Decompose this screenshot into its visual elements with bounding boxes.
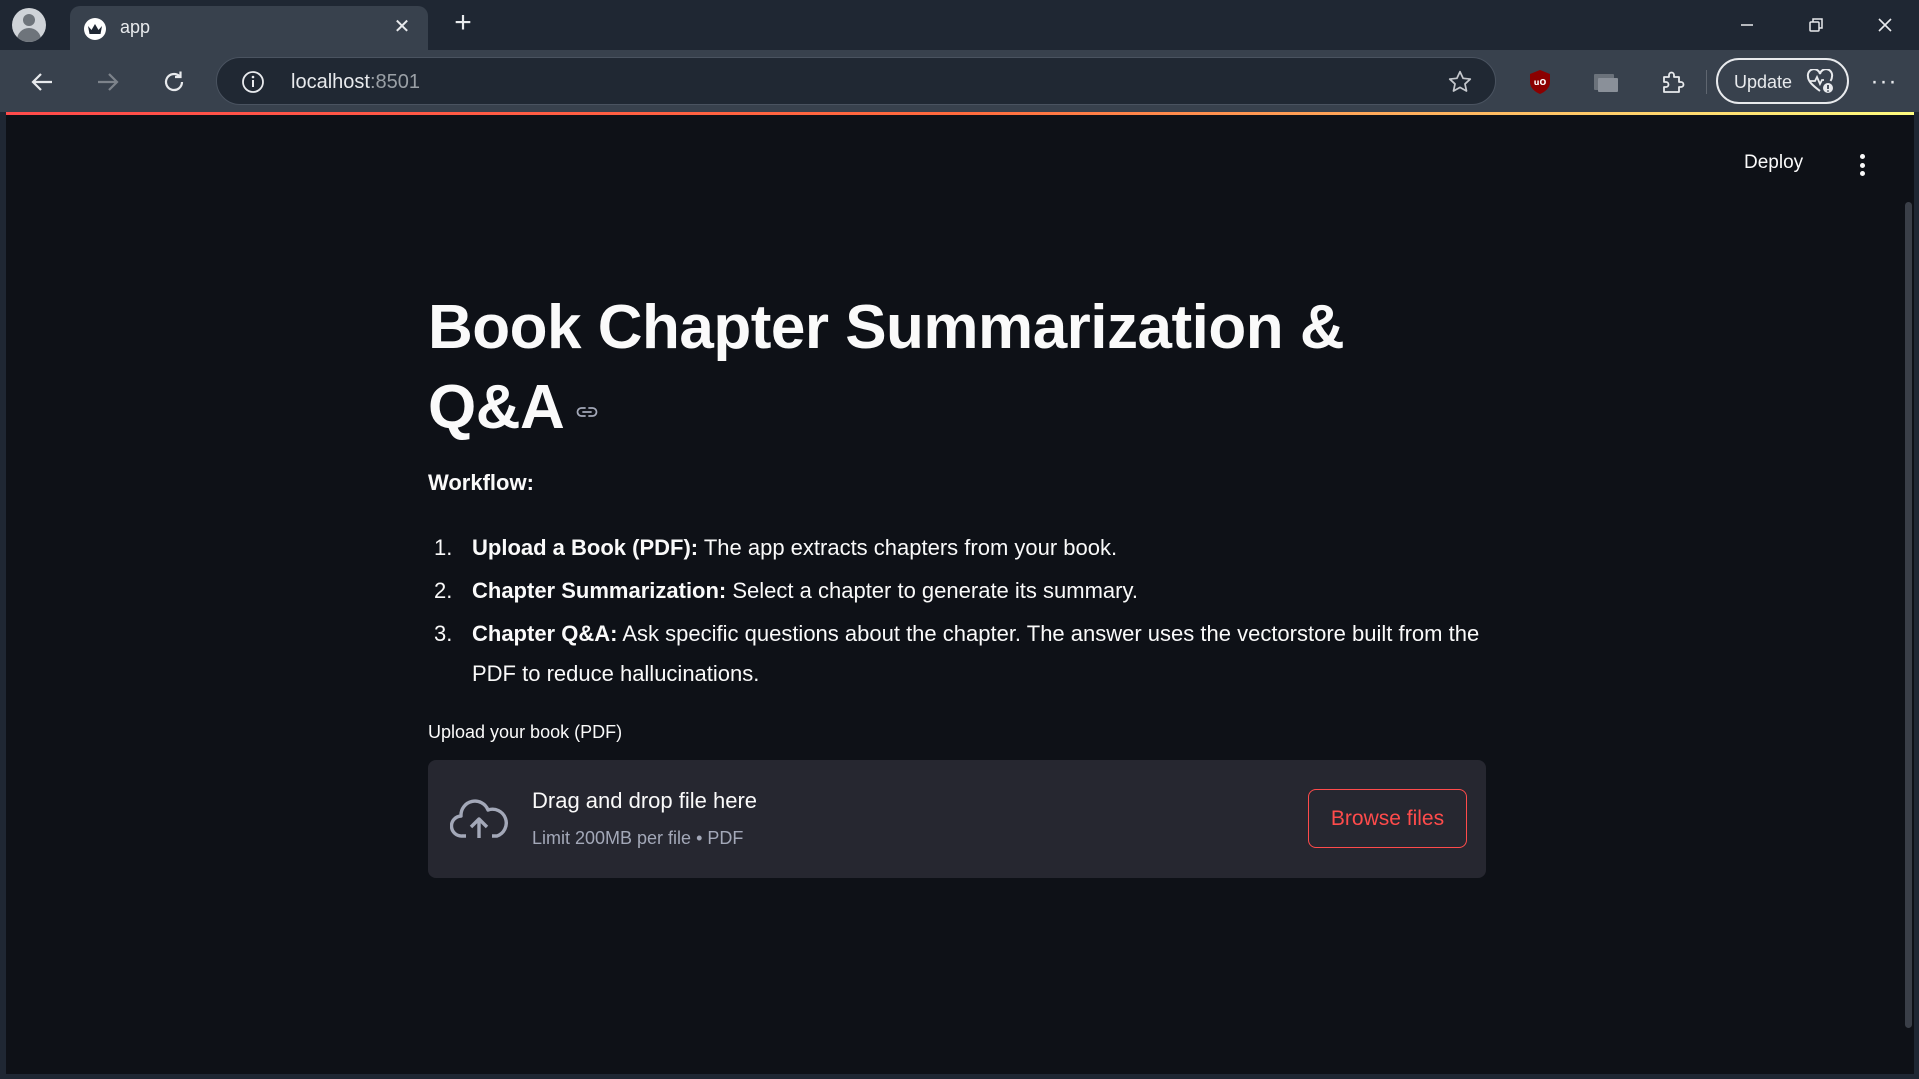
browse-files-button[interactable]: Browse files: [1308, 789, 1467, 848]
minimize-icon[interactable]: [1724, 8, 1770, 42]
browser-tabstrip: app ✕ +: [0, 0, 1919, 50]
address-bar[interactable]: localhost:8501: [216, 57, 1496, 105]
heading-link-icon[interactable]: [574, 399, 600, 425]
svg-text:uO: uO: [1534, 78, 1547, 87]
back-arrow-icon[interactable]: [22, 62, 62, 102]
cloud-upload-icon: [450, 799, 508, 838]
browser-toolbar: localhost:8501 uO Update ···: [0, 50, 1919, 112]
ublock-shield-icon[interactable]: uO: [1526, 68, 1554, 96]
app-viewport: Deploy Book Chapter Summarization & Q&A …: [6, 112, 1914, 1074]
main-menu-kebab-icon[interactable]: [1850, 152, 1874, 178]
list-item: 3. Chapter Q&A: Ask specific questions ab…: [434, 621, 1480, 686]
file-dropzone[interactable]: Drag and drop file here Limit 200MB per …: [428, 760, 1486, 878]
list-item: 2. Chapter Summarization: Select a chapte…: [434, 578, 1138, 603]
toolbar-separator: [1706, 70, 1707, 94]
restore-icon[interactable]: [1793, 8, 1839, 42]
profile-avatar-icon[interactable]: [12, 8, 46, 42]
workflow-steps-list: 1. Upload a Book (PDF): The app extracts …: [428, 528, 1486, 697]
dropzone-instructions: Drag and drop file here: [532, 788, 758, 813]
tab-title: app: [120, 17, 151, 37]
url-text: localhost:8501: [291, 71, 420, 93]
update-button[interactable]: Update: [1716, 58, 1849, 104]
tab-close-icon[interactable]: ✕: [390, 15, 414, 39]
list-item: 1. Upload a Book (PDF): The app extracts …: [434, 535, 1118, 560]
bookmark-star-icon[interactable]: [1447, 69, 1473, 95]
tab-groups-icon[interactable]: [1592, 68, 1620, 96]
deploy-button[interactable]: Deploy: [1744, 152, 1803, 174]
streamlit-crown-icon: [84, 18, 106, 40]
workflow-heading: Workflow:: [428, 470, 534, 495]
scrollbar[interactable]: [1905, 202, 1912, 1028]
uploader-label: Upload your book (PDF): [428, 722, 623, 742]
update-heartbeat-icon: [1806, 69, 1834, 93]
top-decoration-bar: [6, 112, 1914, 115]
browser-menu-dots-icon[interactable]: ···: [1866, 68, 1902, 96]
site-info-icon[interactable]: [241, 70, 265, 94]
forward-arrow-icon[interactable]: [88, 62, 128, 102]
extensions-puzzle-icon[interactable]: [1658, 68, 1686, 96]
new-tab-plus-icon[interactable]: +: [448, 8, 478, 39]
dropzone-limit-text: Limit 200MB per file • PDF: [532, 828, 744, 848]
reload-icon[interactable]: [154, 62, 194, 102]
window-close-icon[interactable]: [1862, 8, 1908, 42]
page-title: Book Chapter Summarization & Q&A: [428, 293, 1345, 442]
browser-tab[interactable]: app ✕: [70, 6, 428, 50]
